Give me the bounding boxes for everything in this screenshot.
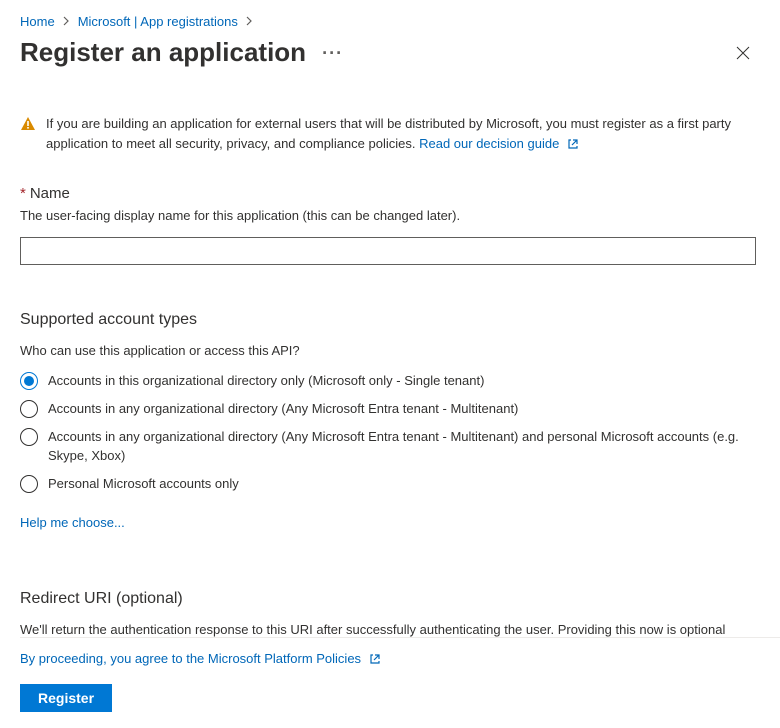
account-type-option-0[interactable]: Accounts in this organizational director…: [20, 372, 756, 390]
register-button[interactable]: Register: [20, 684, 112, 712]
help-me-choose-link[interactable]: Help me choose...: [20, 515, 125, 530]
breadcrumb-home[interactable]: Home: [20, 14, 55, 29]
account-types-heading: Supported account types: [20, 311, 756, 329]
radio-label: Accounts in this organizational director…: [48, 372, 484, 390]
radio-icon: [20, 400, 38, 418]
redirect-uri-heading: Redirect URI (optional): [20, 590, 756, 608]
info-banner: If you are building an application for e…: [20, 114, 756, 155]
chevron-right-icon: [246, 14, 253, 29]
name-label: Name: [30, 185, 70, 202]
account-type-option-2[interactable]: Accounts in any organizational directory…: [20, 428, 756, 464]
account-types-radio-group: Accounts in this organizational director…: [20, 372, 756, 493]
breadcrumb: Home Microsoft | App registrations: [20, 14, 780, 29]
redirect-uri-description: We'll return the authentication response…: [20, 622, 756, 637]
account-type-option-1[interactable]: Accounts in any organizational directory…: [20, 400, 756, 418]
external-link-icon: [567, 136, 579, 156]
footer: By proceeding, you agree to the Microsof…: [20, 637, 780, 728]
radio-label: Accounts in any organizational directory…: [48, 400, 518, 418]
account-types-description: Who can use this application or access t…: [20, 343, 756, 358]
required-mark: *: [20, 185, 26, 202]
close-icon[interactable]: [736, 46, 750, 60]
breadcrumb-parent[interactable]: Microsoft | App registrations: [78, 14, 238, 29]
radio-icon: [20, 428, 38, 446]
chevron-right-icon: [63, 14, 70, 29]
banner-text: If you are building an application for e…: [46, 114, 756, 155]
more-icon[interactable]: ···: [322, 44, 343, 62]
radio-icon: [20, 372, 38, 390]
warning-icon: [20, 116, 36, 155]
account-type-option-3[interactable]: Personal Microsoft accounts only: [20, 475, 756, 493]
name-description: The user-facing display name for this ap…: [20, 208, 756, 223]
decision-guide-link[interactable]: Read our decision guide: [419, 136, 579, 151]
name-input[interactable]: [20, 237, 756, 265]
radio-label: Personal Microsoft accounts only: [48, 475, 239, 493]
radio-icon: [20, 475, 38, 493]
page-title: Register an application: [20, 37, 306, 68]
external-link-icon: [369, 653, 381, 668]
radio-label: Accounts in any organizational directory…: [48, 428, 756, 464]
platform-policies-link[interactable]: By proceeding, you agree to the Microsof…: [20, 651, 381, 666]
